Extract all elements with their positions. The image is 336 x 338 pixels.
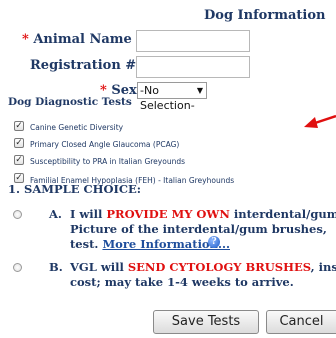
- test-label-pcag: Primary Closed Angle Glaucoma (PCAG): [30, 140, 180, 149]
- sample-option-a-line2: Picture of the interdental/gum brushes,: [70, 222, 327, 236]
- info-icon[interactable]: ?: [208, 236, 220, 248]
- chevron-down-icon: ▼: [196, 86, 203, 95]
- sample-option-b-line1-pre: VGL will: [70, 260, 128, 274]
- sample-option-b-line2: cost; may take 1-4 weeks to arrive.: [70, 275, 294, 289]
- registration-input[interactable]: [136, 56, 250, 78]
- registration-label: Registration #: [30, 58, 137, 73]
- sample-option-a-radio[interactable]: [13, 210, 22, 219]
- sample-option-a-line3-pre: test.: [70, 237, 103, 251]
- test-checkbox-pcag[interactable]: ✓: [14, 138, 24, 148]
- sample-option-b-radio[interactable]: [13, 263, 22, 272]
- sample-option-a-line1: I will PROVIDE MY OWN interdental/gum: [70, 207, 336, 222]
- cancel-button[interactable]: Cancel: [266, 310, 336, 334]
- sample-option-b-emphasis: SEND CYTOLOGY BRUSHES: [127, 260, 311, 274]
- sample-option-b-line1: VGL will SEND CYTOLOGY BRUSHES, instr: [70, 260, 336, 275]
- sample-option-b-line1-post: , instr: [310, 260, 336, 274]
- sample-option-a-letter: A.: [49, 207, 62, 221]
- section-title: Dog Information: [204, 8, 326, 23]
- sample-option-a-line3: test. More Information...: [70, 237, 230, 252]
- save-tests-button[interactable]: Save Tests: [153, 310, 259, 334]
- sample-option-a-emphasis: PROVIDE MY OWN: [106, 207, 230, 221]
- test-label-pra: Susceptibility to PRA in Italian Greyoun…: [30, 157, 185, 166]
- animal-name-label-text: Animal Name: [33, 32, 132, 47]
- test-checkbox-canine-genetic-diversity[interactable]: ✓: [14, 121, 24, 131]
- animal-name-label: * Animal Name: [22, 32, 132, 47]
- red-arrow-icon: [304, 114, 336, 128]
- sex-select-value: -No Selection-: [140, 84, 195, 112]
- sample-option-b-letter: B.: [49, 260, 63, 274]
- sex-select[interactable]: -No Selection- ▼: [137, 82, 207, 112]
- test-checkbox-pra[interactable]: ✓: [14, 155, 24, 165]
- sample-choice-heading: 1. SAMPLE CHOICE:: [8, 182, 142, 196]
- animal-name-input[interactable]: [136, 30, 250, 52]
- sample-option-a-line1-pre: I will: [70, 207, 107, 221]
- diagnostic-tests-heading: Dog Diagnostic Tests: [8, 96, 132, 108]
- sample-option-a-line1-post: interdental/gum: [229, 207, 336, 221]
- required-marker: *: [22, 32, 29, 47]
- test-label-canine-genetic-diversity: Canine Genetic Diversity: [30, 123, 124, 132]
